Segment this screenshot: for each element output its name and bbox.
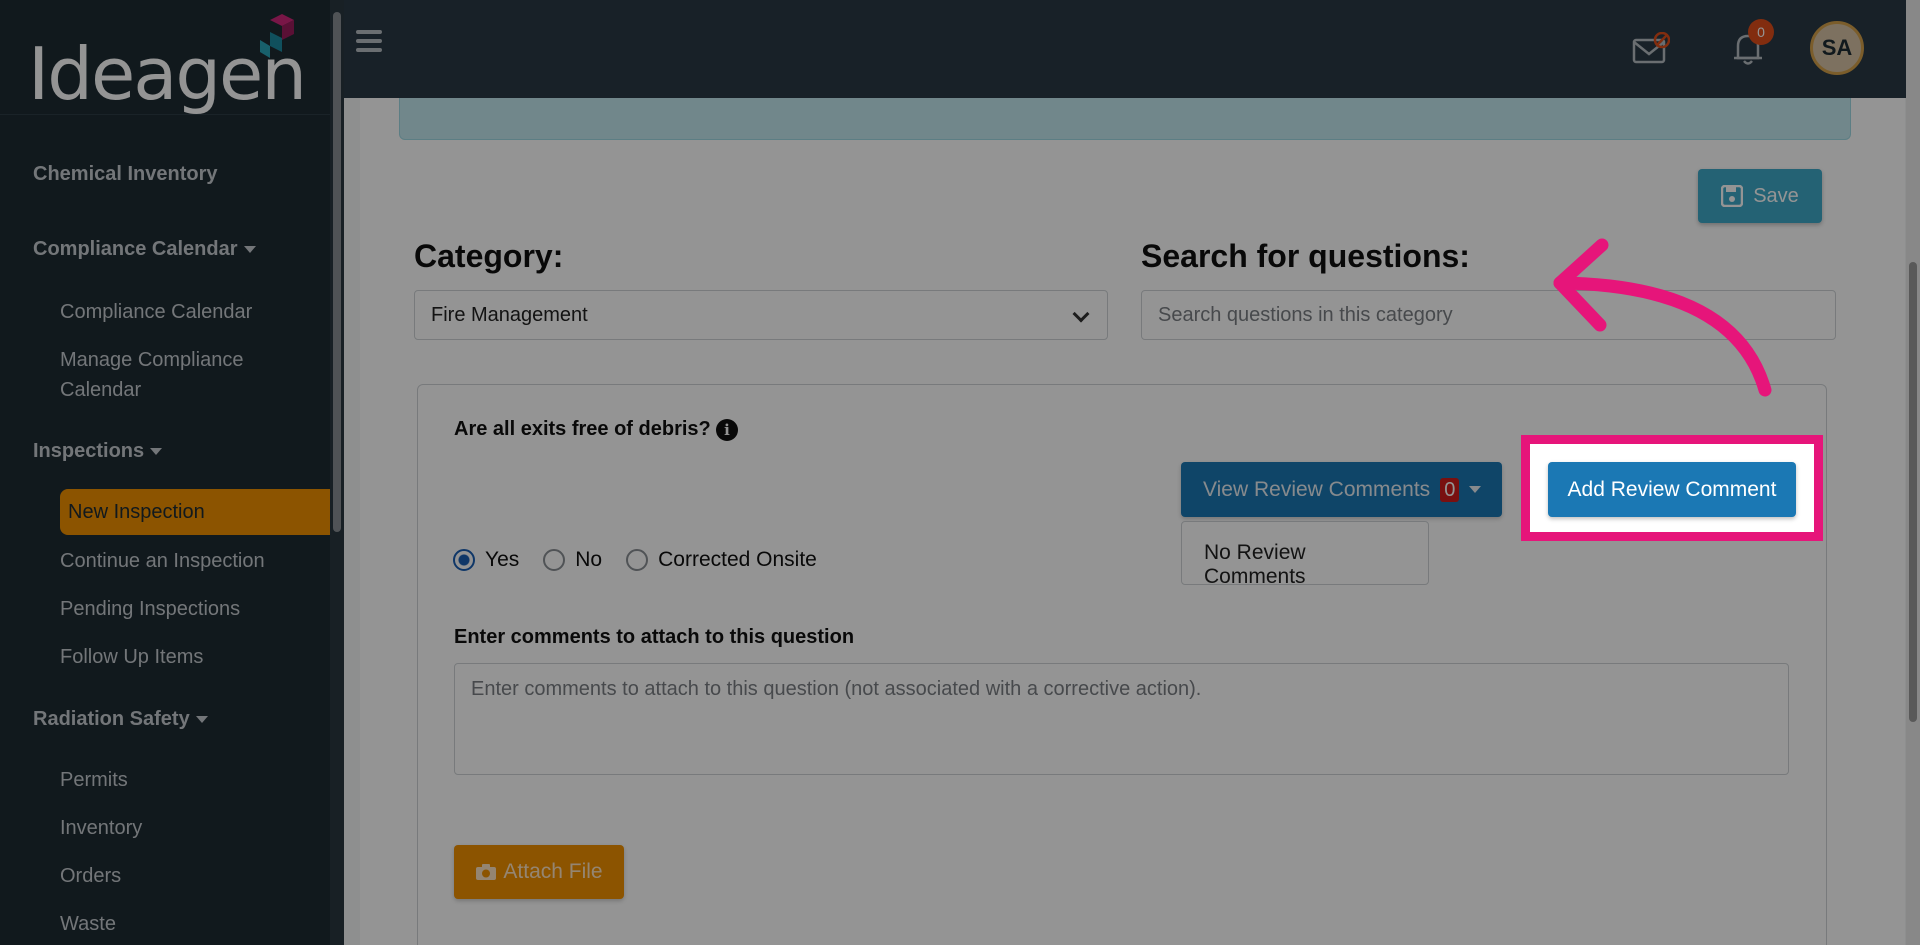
sidebar-item-permits[interactable]: Permits [60,765,300,795]
add-review-comment-button[interactable]: Add Review Comment [1548,462,1796,517]
answer-radio-group: Yes No Corrected Onsite [453,548,841,572]
search-questions-label: Search for questions: [1141,238,1470,274]
sidebar-item-new-inspection[interactable]: New Inspection [60,489,330,535]
floppy-disk-icon [1721,185,1744,207]
main-scrollbar-thumb[interactable] [1909,262,1917,722]
question-title: Are all exits free of debris? [454,418,711,440]
sidebar: Ideagen Chemical Inventory Compliance Ca… [0,0,330,945]
sidebar-section-radiation-safety[interactable]: Radiation Safety [33,708,208,731]
radio-yes-label[interactable]: Yes [485,548,519,572]
sidebar-item-pending-inspections[interactable]: Pending Inspections [60,594,300,624]
no-review-comments-dropdown: No Review Comments [1181,521,1429,588]
camera-icon [476,864,497,880]
category-select-value: Fire Management [431,304,588,326]
comments-label: Enter comments to attach to this questio… [454,626,855,648]
mail-disabled-icon[interactable] [1632,32,1670,64]
radio-corrected-onsite-label[interactable]: Corrected Onsite [658,548,817,572]
sidebar-section-inspections[interactable]: Inspections [33,440,163,463]
sidebar-item-manage-compliance-calendar[interactable]: Manage Compliance Calendar [60,345,300,405]
sidebar-item-inventory[interactable]: Inventory [60,813,300,843]
sidebar-item-waste[interactable]: Waste [60,909,300,939]
review-comments-count-badge: 0 [1440,477,1460,502]
sidebar-item-compliance-calendar[interactable]: Compliance Calendar [60,297,300,327]
caret-down-icon [243,246,256,254]
category-label: Category: [414,238,564,274]
attach-file-label: Attach File [503,860,603,883]
notification-count-badge: 0 [1748,19,1774,45]
info-banner [399,98,1851,140]
sidebar-item-follow-up-items[interactable]: Follow Up Items [60,642,300,672]
logo-cube-icon [260,14,294,58]
radio-no-label[interactable]: No [575,548,602,572]
save-button[interactable]: Save [1698,169,1822,223]
user-avatar[interactable]: SA [1810,21,1864,75]
sidebar-section-compliance-calendar[interactable]: Compliance Calendar [33,238,256,261]
logo-divider [0,114,330,115]
comments-textarea[interactable]: Enter comments to attach to this questio… [454,663,1789,775]
caret-down-icon [150,448,163,456]
view-review-comments-label: View Review Comments [1203,477,1431,501]
caret-down-icon [1469,486,1482,493]
radio-corrected-onsite[interactable] [626,549,649,571]
pointer-arrow-icon [1553,238,1772,397]
hamburger-menu-icon[interactable] [356,30,382,52]
radio-yes[interactable] [453,549,475,571]
sidebar-scrollbar-thumb[interactable] [333,12,341,532]
top-bar [344,0,1920,98]
view-review-comments-button[interactable]: View Review Comments 0 [1181,462,1502,517]
attach-file-button[interactable]: Attach File [454,845,624,899]
sidebar-item-orders[interactable]: Orders [60,861,300,891]
sidebar-section-chemical-inventory[interactable]: Chemical Inventory [33,163,218,186]
ideagen-logo[interactable]: Ideagen [28,14,308,116]
save-button-label: Save [1753,184,1799,207]
category-select[interactable]: Fire Management [414,290,1108,340]
sidebar-item-continue-inspection[interactable]: Continue an Inspection [60,546,300,576]
radio-no[interactable] [543,549,566,571]
caret-down-icon [195,716,208,724]
chevron-down-icon [1072,305,1090,323]
info-icon[interactable]: i [716,419,738,441]
